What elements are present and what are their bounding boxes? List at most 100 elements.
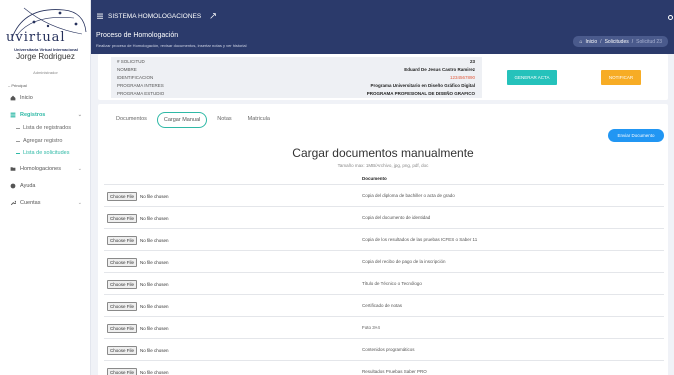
document-row: Choose File No file chosen Copia del docum… (104, 206, 664, 228)
sidebar-item-ayuda[interactable]: Ayuda (10, 183, 84, 189)
topbar: SISTEMA HOMOLOGACIONES (91, 0, 674, 28)
breadcrumb-inicio[interactable]: Inicio (585, 39, 597, 45)
choose-file-button[interactable]: Choose File (107, 214, 138, 223)
logo-text: uvirtual (6, 30, 66, 45)
document-row: Choose File No file chosen Copia del recib… (104, 250, 664, 272)
generate-acta-button[interactable]: GENERAR ACTA (507, 70, 557, 85)
choose-file-button[interactable]: Choose File (107, 302, 138, 311)
document-row: Choose File No file chosen Certificado de … (104, 294, 664, 316)
document-name: Título de Técnico o Tecnólogo (362, 281, 422, 286)
upload-card: Documentos Cargar Manual Notas Matricula… (98, 104, 668, 375)
file-picker[interactable]: Choose File No file chosen (107, 324, 169, 333)
request-info-card: # SOLICITUD 23 NOMBRE Eduard De Jesus Ca… (98, 54, 668, 100)
document-column-header: Documento (362, 176, 387, 181)
sidebar-subitem-lista-registrados[interactable]: Lista de registrados (16, 125, 71, 131)
file-status: No file chosen (140, 326, 169, 331)
info-row-identificacion: IDENTIFICACION 1234567890 (115, 74, 477, 82)
sidebar-subitem-label: Lista de solicitudes (23, 150, 70, 156)
info-key: PROGRAMA ESTUDIO (117, 91, 165, 96)
sidebar-item-label: Inicio (20, 95, 33, 101)
info-key: IDENTIFICACION (117, 75, 154, 80)
home-icon (10, 95, 16, 101)
sidebar-item-label: Cuentas (20, 200, 41, 206)
document-row: Choose File No file chosen Contenidos prog… (104, 338, 664, 360)
page-header: Proceso de Homologación Realizar proceso… (91, 28, 674, 54)
choose-file-button[interactable]: Choose File (107, 192, 138, 201)
chevron-down-icon: ⌄ (77, 200, 82, 206)
file-status: No file chosen (140, 282, 169, 287)
choose-file-button[interactable]: Choose File (107, 258, 138, 267)
chevron-down-icon: ⌄ (77, 166, 82, 172)
file-status: No file chosen (140, 260, 169, 265)
info-key: NOMBRE (117, 67, 137, 72)
notify-button[interactable]: NOTIFICAR (601, 70, 641, 85)
choose-file-button[interactable]: Choose File (107, 324, 138, 333)
file-picker[interactable]: Choose File No file chosen (107, 214, 169, 223)
folder-icon (10, 167, 16, 171)
document-row: Choose File No file chosen Título de Técni… (104, 272, 664, 294)
page-title: Proceso de Homologación (96, 32, 179, 39)
sidebar-item-homologaciones[interactable]: Homologaciones ⌄ (10, 166, 84, 172)
info-row-nombre: NOMBRE Eduard De Jesus Castro Ramirez (115, 66, 477, 74)
user-role: Administrador (33, 70, 58, 75)
tabs: Documentos Cargar Manual Notas Matricula (110, 112, 280, 128)
sidebar: uvirtual Universitaria Virtual Internaci… (0, 0, 91, 375)
tab-cargar-manual[interactable]: Cargar Manual (156, 112, 208, 128)
tab-matricula[interactable]: Matricula (242, 112, 276, 128)
file-picker[interactable]: Choose File No file chosen (107, 192, 169, 201)
list-icon (10, 112, 16, 118)
choose-file-button[interactable]: Choose File (107, 368, 138, 375)
info-row-programa-interes: PROGRAMA INTERES Programa Universitario … (115, 82, 477, 90)
sidebar-subitem-agregar-registro[interactable]: Agregar registro (16, 138, 62, 144)
file-picker[interactable]: Choose File No file chosen (107, 368, 169, 375)
sidebar-subitem-lista-solicitudes[interactable]: Lista de solicitudes (16, 150, 69, 156)
dash-icon (16, 127, 20, 129)
file-picker[interactable]: Choose File No file chosen (107, 280, 169, 289)
choose-file-button[interactable]: Choose File (107, 280, 138, 289)
document-row: Choose File No file chosen Foto 3×4 (104, 316, 664, 338)
document-name: Resultados Pruebas Saber PRO (362, 369, 427, 374)
file-picker[interactable]: Choose File No file chosen (107, 302, 169, 311)
document-name: Copia del documento de identidad (362, 215, 431, 220)
tab-notas[interactable]: Notas (211, 112, 237, 128)
breadcrumb-solicitudes[interactable]: Solicitudes (605, 39, 629, 45)
menu-icon[interactable] (97, 13, 103, 19)
info-value: Eduard De Jesus Castro Ramirez (404, 67, 475, 72)
document-name: Copia de los resultados de las pruebas I… (362, 237, 478, 242)
user-menu-icon[interactable] (668, 15, 673, 20)
info-key: PROGRAMA INTERES (117, 83, 164, 88)
help-icon (10, 183, 16, 189)
sidebar-item-registros[interactable]: Registros ⌄ (10, 112, 84, 118)
upload-constraints: Tamaño max: 1MB/Archivo, jpg, png, pdf, … (337, 163, 429, 168)
dash-icon (16, 140, 20, 142)
info-value: 23 (469, 59, 475, 64)
dash-icon (16, 152, 20, 154)
info-row-solicitud: # SOLICITUD 23 (115, 58, 477, 66)
expand-icon[interactable] (210, 13, 216, 19)
info-value: Programa Universitario en Diseño Gráfico… (370, 83, 475, 88)
sidebar-item-inicio[interactable]: Inicio (10, 95, 84, 101)
choose-file-button[interactable]: Choose File (107, 346, 138, 355)
document-name: Foto 3×4 (362, 325, 380, 330)
file-picker[interactable]: Choose File No file chosen (107, 346, 169, 355)
document-row: Choose File No file chosen Copia de los re… (104, 228, 664, 250)
upload-title: Cargar documentos manualmente (292, 146, 474, 160)
file-status: No file chosen (140, 216, 169, 221)
file-status: No file chosen (140, 194, 169, 199)
document-row: Choose File No file chosen Resultados Prue… (104, 360, 664, 375)
tab-documentos[interactable]: Documentos (110, 112, 153, 128)
section-label: – Principal (8, 83, 27, 88)
page-subtitle: Realizar proceso de Homologación, revisa… (96, 43, 247, 48)
info-row-programa-estudio: PROGRAMA ESTUDIO PROGRAMA PROFESIONAL DE… (115, 90, 477, 98)
sidebar-item-label: Registros (20, 112, 46, 118)
document-name: Certificado de notas (362, 303, 403, 308)
sidebar-subitem-label: Lista de registrados (23, 125, 71, 131)
sidebar-item-cuentas[interactable]: Cuentas ⌄ (10, 200, 84, 206)
info-value: 1234567890 (449, 75, 475, 80)
file-status: No file chosen (140, 370, 169, 375)
choose-file-button[interactable]: Choose File (107, 236, 138, 245)
file-picker[interactable]: Choose File No file chosen (107, 258, 169, 267)
send-document-button[interactable]: Enviar Documento (608, 129, 664, 142)
file-status: No file chosen (140, 304, 169, 309)
file-picker[interactable]: Choose File No file chosen (107, 236, 169, 245)
